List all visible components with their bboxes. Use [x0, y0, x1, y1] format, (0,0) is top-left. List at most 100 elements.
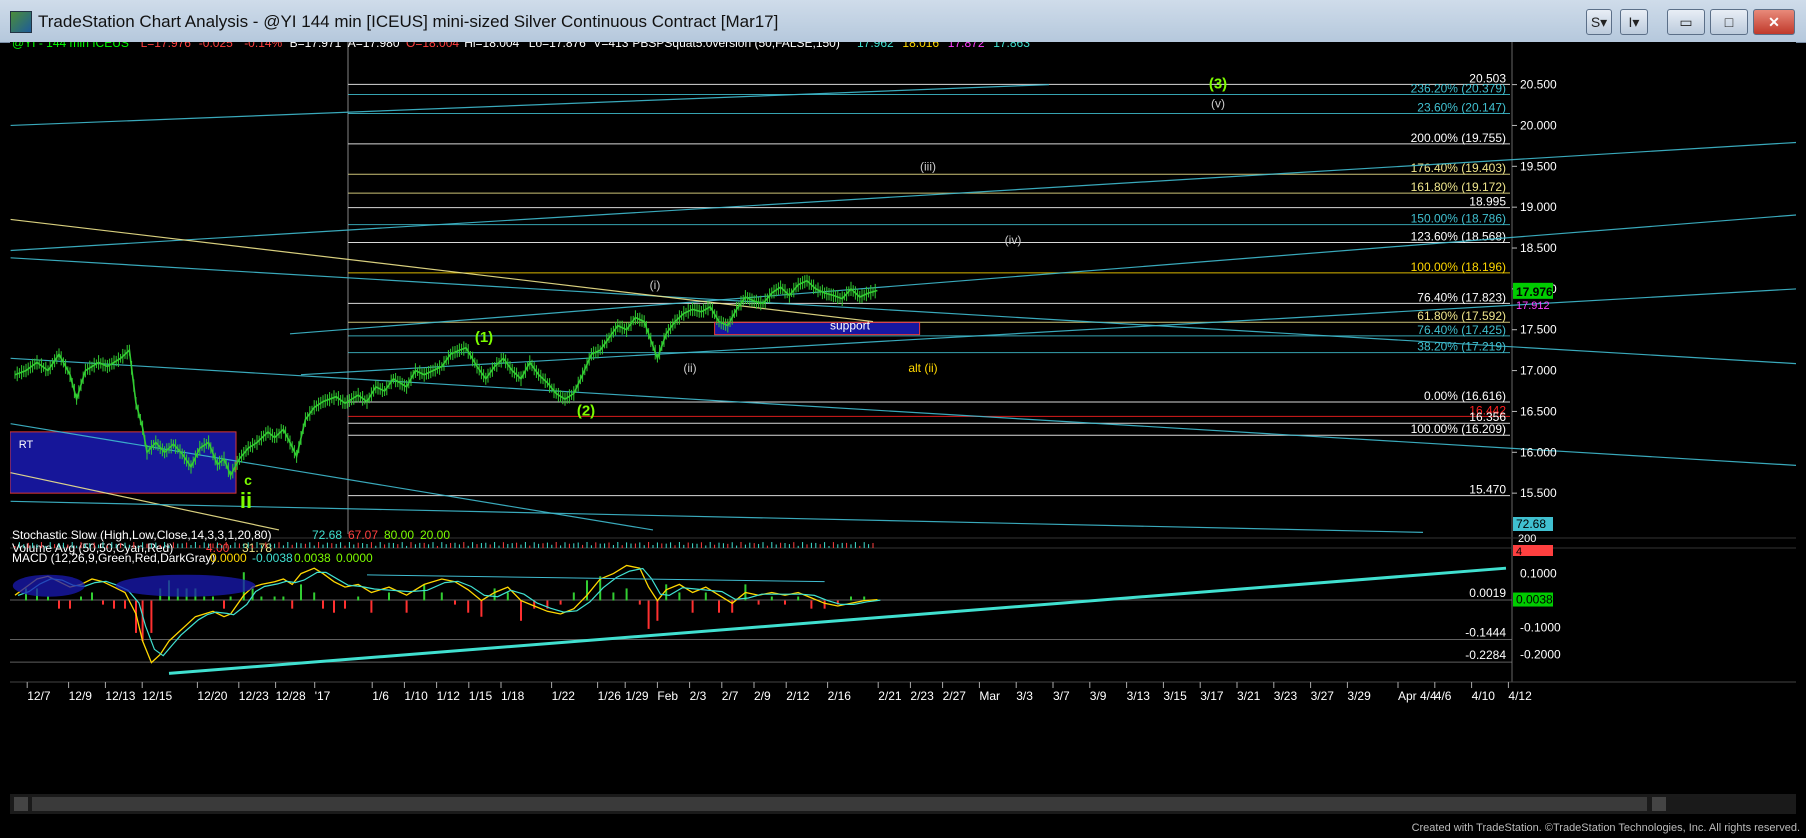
status-item: L=17.976 — [141, 42, 192, 50]
time-tick-label: 3/15 — [1163, 689, 1187, 703]
chart-canvas[interactable]: 20.503236.20% (20.379)23.60% (20.147)200… — [10, 42, 1796, 814]
time-tick-label: 3/3 — [1016, 689, 1033, 703]
time-tick-label: 2/21 — [878, 689, 902, 703]
wave-label: (v) — [1211, 96, 1225, 110]
price-tick-label: 18.500 — [1520, 241, 1557, 255]
status-item: 17.872 — [948, 42, 985, 50]
macd-highlight-ellipse — [115, 574, 256, 597]
target-box — [10, 431, 237, 494]
time-tick-label: '17 — [315, 689, 331, 703]
wave-label: (ii) — [683, 361, 696, 375]
level-label: 18.995 — [1469, 195, 1506, 209]
macd-tick-label: 0.1000 — [1520, 567, 1557, 581]
macd-level-label: 0.0019 — [1469, 586, 1506, 600]
wave-label: c — [244, 472, 252, 488]
window-titlebar: TradeStation Chart Analysis - @YI 144 mi… — [0, 0, 1806, 43]
time-tick-label: 3/23 — [1274, 689, 1298, 703]
time-tick-label: 2/12 — [786, 689, 810, 703]
macd-tick-label: -0.2000 — [1520, 648, 1561, 662]
status-item: A=17.980 — [348, 42, 400, 50]
time-tick-label: 3/27 — [1311, 689, 1335, 703]
price-tick-label: 16.500 — [1520, 404, 1557, 418]
scroll-thumb[interactable] — [32, 797, 1647, 811]
time-tick-label: 1/22 — [552, 689, 576, 703]
s-menu-button[interactable]: S▾ — [1586, 9, 1612, 35]
time-tick-label: 2/27 — [943, 689, 967, 703]
trendline — [289, 214, 1796, 335]
last-price-label-2: 17.912 — [1516, 300, 1550, 312]
time-tick-label: 12/20 — [197, 689, 227, 703]
status-item: 17.962 — [857, 42, 894, 50]
wave-label: (iii) — [920, 159, 936, 173]
time-tick-label: 1/10 — [404, 689, 428, 703]
volume-last-value: 4 — [1516, 546, 1522, 558]
macd-last-value: 0.0038 — [1516, 593, 1553, 607]
time-tick-label: 1/26 — [598, 689, 622, 703]
status-item: -0.14% — [244, 42, 282, 50]
macd-highlight-ellipse — [12, 574, 85, 597]
price-tick-label: 20.000 — [1520, 118, 1557, 132]
time-tick-label: 2/23 — [910, 689, 934, 703]
time-tick-label: 2/3 — [690, 689, 707, 703]
horizontal-scrollbar[interactable] — [10, 794, 1796, 814]
level-label: 100.00% (18.196) — [1411, 260, 1506, 274]
volume-tick-label: 200 — [1518, 533, 1536, 545]
price-tick-label: 20.500 — [1520, 78, 1557, 92]
trendline — [10, 218, 874, 323]
time-tick-label: 12/23 — [239, 689, 269, 703]
time-tick-label: 2/7 — [722, 689, 739, 703]
level-label: 200.00% (19.755) — [1411, 131, 1506, 145]
macd-trendline — [168, 566, 1507, 675]
level-label: 23.60% (20.147) — [1417, 100, 1506, 114]
wave-label: (3) — [1209, 76, 1227, 93]
time-tick-label: 12/9 — [69, 689, 93, 703]
level-label: 15.470 — [1469, 483, 1506, 497]
chart-area[interactable]: 20.503 236.20% (20.379) 23.60% (20.147) 200… — [10, 42, 1796, 814]
time-tick-label: 12/7 — [27, 689, 51, 703]
stochastic-value: 80.00 — [384, 528, 414, 542]
close-button[interactable]: ✕ — [1753, 9, 1795, 35]
level-label: 150.00% (18.786) — [1411, 212, 1506, 226]
scroll-left-arrow-icon[interactable] — [14, 797, 28, 811]
stochastic-value: 72.68 — [312, 528, 342, 542]
copyright-text: Created with TradeStation. ©TradeStation… — [1411, 822, 1800, 834]
wave-label: (iv) — [1005, 233, 1022, 247]
window-title: TradeStation Chart Analysis - @YI 144 mi… — [38, 12, 779, 31]
level-label: 76.40% (17.823) — [1417, 290, 1506, 304]
maximize-button[interactable]: □ — [1710, 9, 1748, 35]
price-tick-label: 16.000 — [1520, 445, 1557, 459]
wave-label: RT — [19, 439, 34, 451]
status-item: Hi=18.004 — [464, 42, 519, 50]
i-menu-button[interactable]: I▾ — [1620, 9, 1648, 35]
time-tick-label: Feb — [657, 689, 678, 703]
time-tick-label: 3/9 — [1090, 689, 1107, 703]
level-label: 0.00% (16.616) — [1424, 389, 1506, 403]
time-tick-label: Apr 4/4 — [1398, 689, 1437, 703]
time-tick-label: 12/13 — [105, 689, 135, 703]
trendline — [10, 83, 1050, 127]
wave-label: (1) — [475, 329, 493, 346]
status-item: 18.016 — [902, 42, 939, 50]
minimize-button[interactable]: ▭ — [1667, 9, 1705, 35]
stochastic-value: 67.07 — [348, 528, 378, 542]
price-tick-label: 17.000 — [1520, 364, 1557, 378]
level-label: 236.20% (20.379) — [1411, 81, 1506, 95]
status-item: @YI - 144 min ICEUS — [12, 42, 129, 50]
macd-label: MACD (12,26,9,Green,Red,DarkGray) — [12, 551, 215, 565]
wave-label: (i) — [650, 278, 661, 292]
last-price-label: 17.976 — [1516, 285, 1553, 299]
time-tick-label: 1/6 — [372, 689, 389, 703]
wave-label: ii — [240, 488, 252, 513]
status-item: O=18.004 — [406, 42, 459, 50]
time-tick-label: 1/12 — [437, 689, 461, 703]
time-tick-label: Mar — [979, 689, 1000, 703]
time-tick-label: 3/7 — [1053, 689, 1070, 703]
scroll-right-arrow-icon[interactable] — [1652, 797, 1666, 811]
macd-value: 0.0000 — [336, 551, 373, 565]
time-tick-label: 4/12 — [1508, 689, 1532, 703]
macd-level-label: -0.1444 — [1465, 626, 1506, 640]
macd-value: 0.0000 — [210, 551, 247, 565]
time-tick-label: 3/21 — [1237, 689, 1261, 703]
time-tick-label: 3/13 — [1127, 689, 1151, 703]
time-tick-label: 1/15 — [469, 689, 493, 703]
